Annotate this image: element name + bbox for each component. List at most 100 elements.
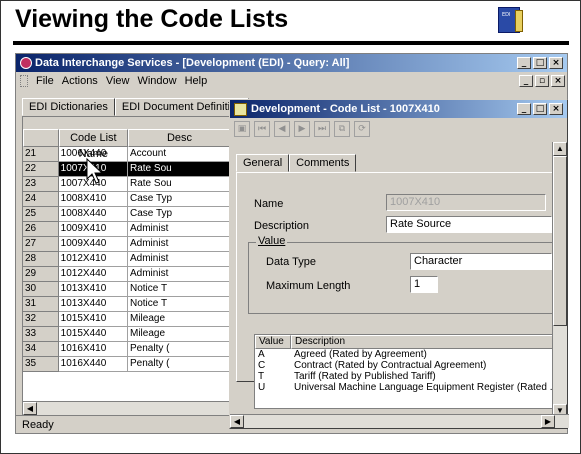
scroll-left-arrow-icon[interactable]: ◀: [23, 402, 37, 415]
dialog-vscrollbar[interactable]: ▲ ▼: [552, 142, 567, 418]
table-row[interactable]: 34 1016X410 Penalty (: [23, 342, 231, 357]
description-cell[interactable]: Administ: [128, 222, 231, 237]
description-cell[interactable]: Penalty (: [128, 342, 231, 357]
scroll-up-arrow-icon[interactable]: ▲: [553, 142, 567, 156]
table-row[interactable]: 32 1015X410 Mileage: [23, 312, 231, 327]
description-cell[interactable]: Mileage: [128, 327, 231, 342]
table-row[interactable]: 22 1007X410 Rate Sou: [23, 162, 231, 177]
description-cell[interactable]: Case Typ: [128, 207, 231, 222]
table-row[interactable]: 23 1007X440 Rate Sou: [23, 177, 231, 192]
table-row[interactable]: 27 1009X440 Administ: [23, 237, 231, 252]
mouse-pointer-icon: [86, 157, 104, 184]
previous-record-icon[interactable]: ◀: [274, 121, 290, 137]
menu-file[interactable]: File: [36, 75, 54, 87]
max-length-field[interactable]: 1: [410, 276, 438, 293]
table-row[interactable]: T Tariff (Rated by Published Tariff): [255, 371, 553, 382]
table-row[interactable]: 28 1012X410 Administ: [23, 252, 231, 267]
code-list-name-cell[interactable]: 1016X440: [58, 357, 128, 372]
main-titlebar[interactable]: Data Interchange Services - [Development…: [16, 54, 567, 72]
edi-book-pages: [515, 10, 523, 32]
grid-header-description[interactable]: Desc: [128, 129, 231, 147]
description-cell[interactable]: Account: [128, 147, 231, 162]
mdi-minimize-button[interactable]: _: [519, 74, 533, 87]
code-list-name-cell[interactable]: 1009X410: [58, 222, 128, 237]
menu-view[interactable]: View: [106, 75, 130, 87]
code-list-name-cell[interactable]: 1009X440: [58, 237, 128, 252]
dialog-minimize-button[interactable]: _: [517, 103, 531, 115]
description-cell[interactable]: Administ: [128, 252, 231, 267]
table-row[interactable]: 26 1009X410 Administ: [23, 222, 231, 237]
dialog-maximize-button[interactable]: □: [533, 103, 547, 115]
table-row[interactable]: A Agreed (Rated by Agreement): [255, 349, 553, 360]
tab-edi-dictionaries[interactable]: EDI Dictionaries: [22, 98, 115, 116]
table-row[interactable]: 29 1012X440 Administ: [23, 267, 231, 282]
row-number: 32: [23, 312, 59, 327]
code-list-name-cell[interactable]: 1013X440: [58, 297, 128, 312]
dialog-close-button[interactable]: ×: [549, 103, 563, 115]
code-list-name-cell[interactable]: 1016X410: [58, 342, 128, 357]
values-header-description[interactable]: Description: [291, 335, 553, 349]
table-row[interactable]: 35 1016X440 Penalty (: [23, 357, 231, 372]
code-list-name-cell[interactable]: 1015X410: [58, 312, 128, 327]
tab-comments[interactable]: Comments: [289, 154, 357, 172]
table-row[interactable]: 25 1008X440 Case Typ: [23, 207, 231, 222]
table-row[interactable]: C Contract (Rated by Contractual Agreemen…: [255, 360, 553, 371]
copy-icon[interactable]: ⧉: [334, 121, 350, 137]
dialog-title: Development - Code List - 1007X410: [251, 103, 440, 115]
description-field[interactable]: Rate Source: [386, 216, 552, 233]
close-button[interactable]: ×: [549, 57, 563, 69]
row-number: 25: [23, 207, 59, 222]
grid-hscrollbar[interactable]: ◀: [23, 401, 231, 415]
dialog-toolbar: ▣ ⏮ ◀ ▶ ⏭ ⧉ ⟳: [230, 118, 567, 140]
description-cell[interactable]: Case Typ: [128, 192, 231, 207]
data-type-field[interactable]: Character: [410, 253, 552, 270]
value-group-label: Value: [256, 235, 288, 247]
table-row[interactable]: U Universal Machine Language Equipment Re…: [255, 382, 553, 393]
dialog-scroll-right-icon[interactable]: ▶: [541, 415, 555, 428]
description-cell[interactable]: Penalty (: [128, 357, 231, 372]
tab-general[interactable]: General: [236, 154, 290, 172]
menu-actions[interactable]: Actions: [62, 75, 98, 87]
description-cell[interactable]: Mileage: [128, 312, 231, 327]
menu-window[interactable]: Window: [137, 75, 176, 87]
dialog-hscrollbar[interactable]: ◀ ▶: [230, 414, 569, 428]
values-header-value[interactable]: Value: [255, 335, 291, 349]
description-label: Description: [254, 220, 310, 232]
code-list-name-cell[interactable]: 1012X440: [58, 267, 128, 282]
maximize-button[interactable]: □: [533, 57, 547, 69]
description-cell[interactable]: Notice T: [128, 297, 231, 312]
value-description-cell: Tariff (Rated by Published Tariff): [294, 371, 436, 382]
slide-title: Viewing the Code Lists: [15, 5, 289, 33]
code-list-name-cell[interactable]: 1015X440: [58, 327, 128, 342]
table-row[interactable]: 30 1013X410 Notice T: [23, 282, 231, 297]
row-number: 21: [23, 147, 59, 162]
dialog-scroll-left-icon[interactable]: ◀: [230, 415, 244, 428]
code-list-name-cell[interactable]: 1008X410: [58, 192, 128, 207]
dialog-titlebar[interactable]: Development - Code List - 1007X410 _ □ ×: [230, 100, 567, 118]
grid-header-code-list-name[interactable]: Code List Name: [58, 129, 128, 160]
table-row[interactable]: 24 1008X410 Case Typ: [23, 192, 231, 207]
first-record-icon[interactable]: ⏮: [254, 121, 270, 137]
mdi-close-button[interactable]: ×: [551, 74, 565, 87]
code-list-name-cell[interactable]: 1013X410: [58, 282, 128, 297]
save-icon[interactable]: ▣: [234, 121, 250, 137]
description-cell[interactable]: Administ: [128, 267, 231, 282]
minimize-button[interactable]: _: [517, 57, 531, 69]
row-number: 26: [23, 222, 59, 237]
table-row[interactable]: 33 1015X440 Mileage: [23, 327, 231, 342]
dialog-scroll-thumb[interactable]: [553, 156, 567, 326]
table-row[interactable]: 31 1013X440 Notice T: [23, 297, 231, 312]
description-cell[interactable]: Administ: [128, 237, 231, 252]
description-cell[interactable]: Notice T: [128, 282, 231, 297]
last-record-icon[interactable]: ⏭: [314, 121, 330, 137]
table-row[interactable]: 21 1006X440 Account: [23, 147, 231, 162]
mdi-restore-button[interactable]: ▫: [535, 74, 549, 87]
menu-help[interactable]: Help: [185, 75, 208, 87]
code-list-name-cell[interactable]: 1008X440: [58, 207, 128, 222]
next-record-icon[interactable]: ▶: [294, 121, 310, 137]
refresh-icon[interactable]: ⟳: [354, 121, 370, 137]
row-number: 23: [23, 177, 59, 192]
description-cell[interactable]: Rate Sou: [128, 177, 231, 192]
code-list-name-cell[interactable]: 1012X410: [58, 252, 128, 267]
description-cell[interactable]: Rate Sou: [128, 162, 231, 177]
